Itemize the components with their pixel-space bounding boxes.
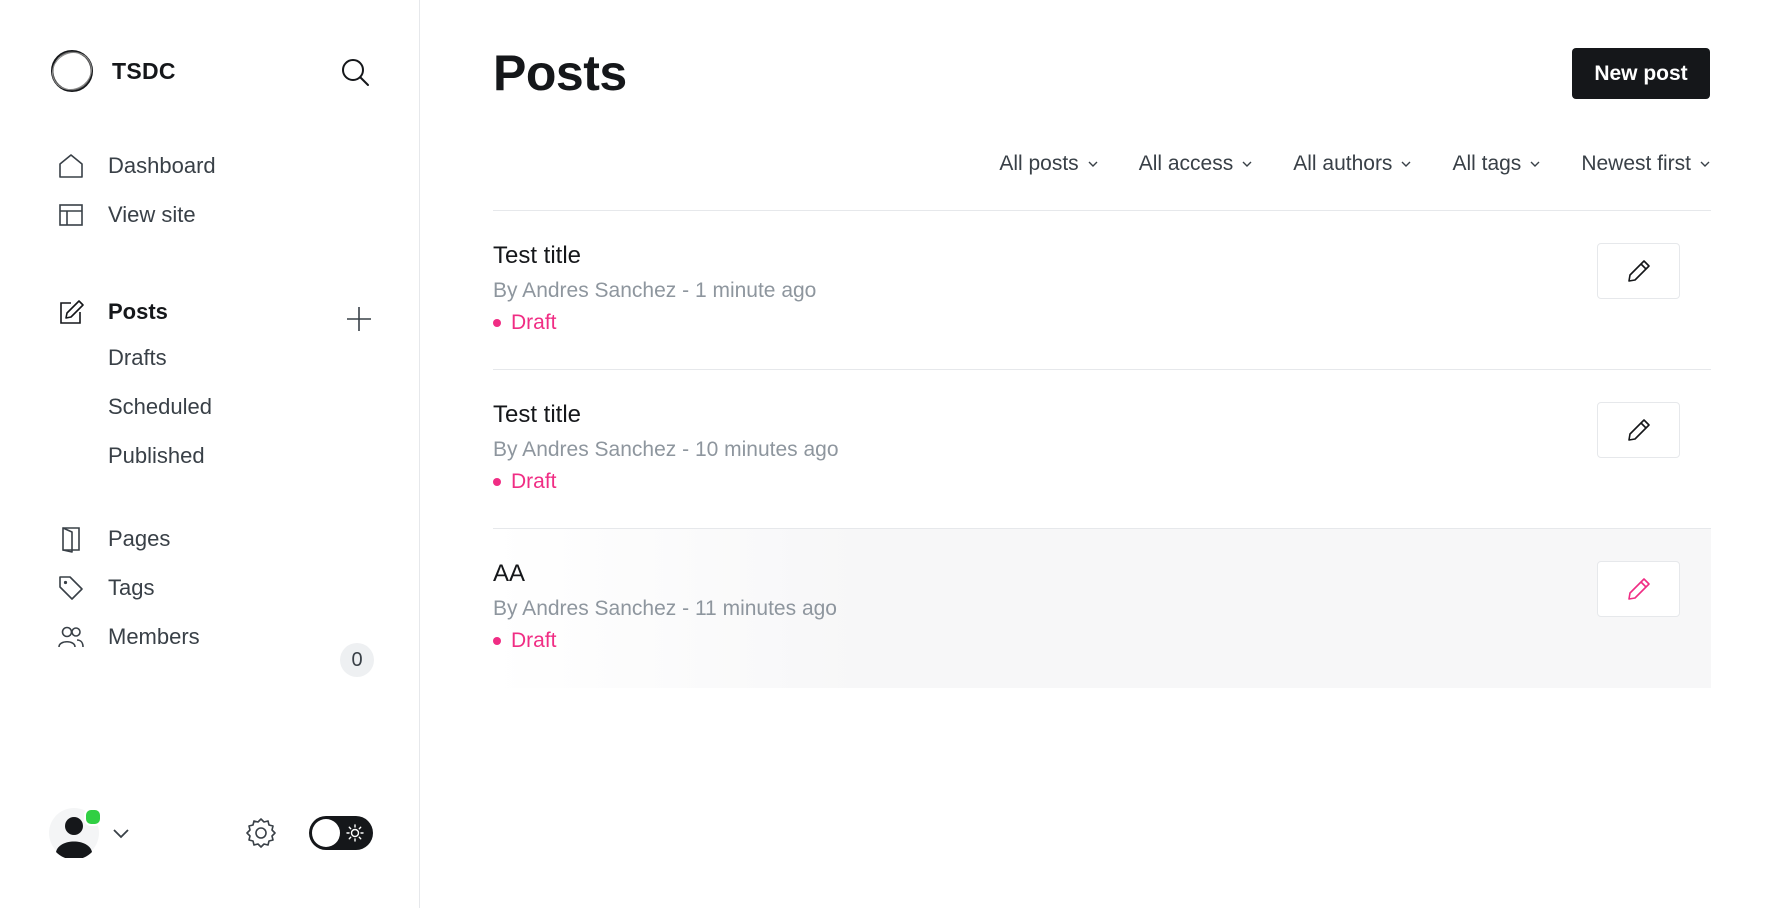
post-title: Test title	[493, 401, 582, 428]
pencil-icon	[1627, 578, 1650, 600]
layout-icon	[57, 201, 85, 229]
filter-label: All tags	[1452, 152, 1522, 175]
sidebar-item-label: Dashboard	[108, 153, 216, 178]
filter-access-dropdown[interactable]: All access	[1139, 152, 1254, 176]
toggle-knob	[312, 819, 340, 847]
plus-icon[interactable]	[344, 304, 374, 334]
status-label: Draft	[511, 629, 557, 652]
post-row[interactable]: Test title By Andres Sanchez - 1 minute …	[493, 211, 1711, 370]
post-meta: By Andres Sanchez - 1 minute ago	[493, 279, 817, 302]
search-icon[interactable]	[340, 57, 370, 87]
sidebar-item-tags[interactable]: Tags	[57, 571, 154, 605]
online-status-dot	[84, 808, 102, 826]
status-badge: Draft	[493, 311, 557, 335]
filter-type-dropdown[interactable]: All posts	[999, 152, 1098, 176]
post-meta: By Andres Sanchez - 11 minutes ago	[493, 597, 837, 620]
members-count-badge: 0	[340, 643, 374, 677]
gear-icon[interactable]	[244, 816, 278, 850]
posts-list: Test title By Andres Sanchez - 1 minute …	[493, 210, 1711, 688]
chevron-down-icon	[1530, 161, 1540, 167]
filter-label: Newest first	[1581, 152, 1691, 175]
tag-icon	[57, 574, 85, 602]
post-row[interactable]: Test title By Andres Sanchez - 10 minute…	[493, 370, 1711, 529]
new-post-button[interactable]: New post	[1572, 48, 1710, 99]
home-icon	[57, 152, 85, 180]
sidebar-item-dashboard[interactable]: Dashboard	[57, 149, 216, 183]
edit-icon	[57, 298, 85, 326]
sidebar-item-view-site[interactable]: View site	[57, 198, 196, 232]
sidebar-subitem-drafts[interactable]: Drafts	[108, 345, 167, 371]
filter-authors-dropdown[interactable]: All authors	[1293, 152, 1412, 176]
post-meta: By Andres Sanchez - 10 minutes ago	[493, 438, 839, 461]
sidebar-item-pages[interactable]: Pages	[57, 522, 170, 556]
post-title: Test title	[493, 242, 582, 269]
sidebar-item-members[interactable]: Members	[57, 620, 200, 654]
status-dot	[493, 319, 501, 327]
brand-name: TSDC	[112, 57, 176, 84]
status-dot	[493, 478, 501, 486]
filter-bar: All posts All access All authors All tag…	[959, 152, 1711, 176]
chevron-down-icon	[1088, 161, 1098, 167]
pencil-icon	[1627, 419, 1650, 441]
edit-post-button[interactable]	[1597, 561, 1680, 617]
main-content: Posts New post All posts All access All …	[420, 0, 1779, 908]
chevron-down-icon	[1700, 161, 1710, 167]
sun-icon	[346, 824, 364, 842]
sidebar-item-label: Posts	[108, 299, 168, 324]
status-badge: Draft	[493, 629, 557, 653]
sidebar-item-label: Members	[108, 624, 200, 649]
status-badge: Draft	[493, 470, 557, 494]
brand[interactable]: TSDC	[49, 48, 176, 94]
edit-post-button[interactable]	[1597, 243, 1680, 299]
sidebar-subitem-published[interactable]: Published	[108, 443, 205, 469]
theme-toggle[interactable]	[309, 816, 373, 850]
sidebar-item-label: View site	[108, 202, 196, 227]
sort-order-dropdown[interactable]: Newest first	[1581, 152, 1711, 176]
filter-label: All authors	[1293, 152, 1393, 175]
edit-post-button[interactable]	[1597, 402, 1680, 458]
status-label: Draft	[511, 311, 557, 334]
sidebar-item-label: Tags	[108, 575, 155, 600]
page-title: Posts	[493, 45, 627, 101]
chevron-down-icon	[1401, 161, 1411, 167]
filter-label: All access	[1138, 152, 1234, 175]
filter-tags-dropdown[interactable]: All tags	[1452, 152, 1541, 176]
ring-logo-icon	[51, 50, 93, 92]
pencil-icon	[1627, 260, 1650, 282]
sidebar: TSDC Dashboard View site Posts Drafts Sc…	[0, 0, 420, 908]
post-row[interactable]: AA By Andres Sanchez - 11 minutes ago Dr…	[493, 529, 1711, 688]
filter-label: All posts	[999, 152, 1079, 175]
chevron-down-icon	[1242, 161, 1252, 167]
status-dot	[493, 637, 501, 645]
sidebar-item-label: Pages	[108, 526, 171, 551]
status-label: Draft	[511, 470, 557, 493]
sidebar-item-posts[interactable]: Posts	[57, 295, 168, 329]
post-title: AA	[493, 560, 526, 587]
members-icon	[57, 623, 85, 651]
chevron-down-icon[interactable]	[112, 824, 130, 842]
sidebar-subitem-scheduled[interactable]: Scheduled	[108, 394, 212, 420]
page-icon	[57, 525, 85, 553]
